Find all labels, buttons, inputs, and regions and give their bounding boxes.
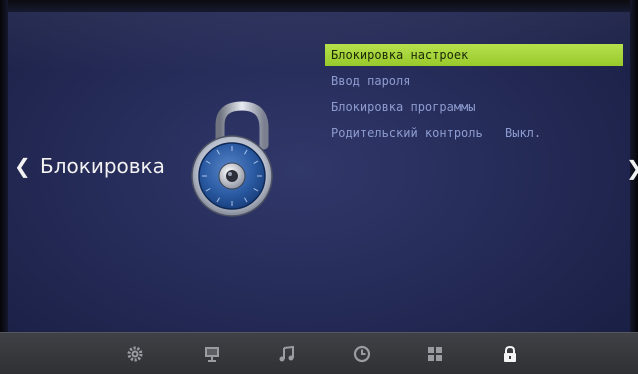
- gear-icon[interactable]: [125, 344, 145, 364]
- bezel-right: [630, 0, 638, 374]
- grid-icon[interactable]: [425, 344, 445, 364]
- menu-item-program-lock[interactable]: Блокировка программы: [325, 96, 623, 118]
- lock-icon[interactable]: [500, 344, 520, 364]
- nav-left-arrow[interactable]: ❮: [14, 154, 31, 178]
- bezel-left: [0, 0, 8, 374]
- clock-icon[interactable]: [352, 344, 372, 364]
- lock-settings-screen: ❮ Блокировка ❯: [0, 0, 638, 374]
- menu-item-label: Блокировка настроек: [331, 48, 469, 62]
- menu-item-label: Блокировка программы: [331, 100, 476, 114]
- padlock-icon: [180, 100, 290, 220]
- menu-item-parental-control[interactable]: Родительский контроль Выкл.: [325, 122, 623, 144]
- bottom-menu-bar: [0, 332, 638, 374]
- menu-item-enter-password[interactable]: Ввод пароля: [325, 70, 623, 92]
- menu-item-label: Ввод пароля: [331, 74, 411, 88]
- bezel-top: [0, 0, 638, 12]
- menu-item-settings-lock[interactable]: Блокировка настроек: [325, 44, 623, 66]
- music-note-icon[interactable]: [277, 344, 297, 364]
- nav-right-arrow[interactable]: ❯: [626, 156, 638, 180]
- monitor-icon[interactable]: [202, 344, 222, 364]
- menu-item-value: Выкл.: [505, 126, 542, 140]
- lock-menu: Блокировка настроек Ввод пароля Блокиров…: [325, 44, 623, 148]
- menu-item-label: Родительский контроль: [331, 126, 483, 140]
- page-title: Блокировка: [40, 154, 165, 178]
